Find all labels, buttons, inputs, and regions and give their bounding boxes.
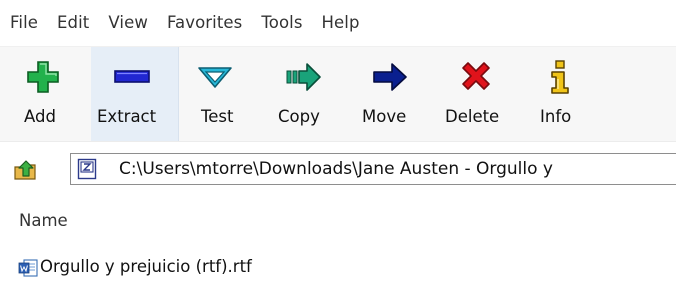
move-button[interactable]: Move (355, 47, 433, 141)
document-icon (18, 259, 38, 277)
add-label: Add (24, 107, 56, 126)
menu-edit[interactable]: Edit (56, 11, 90, 34)
info-icon (551, 60, 569, 94)
copy-label: Copy (278, 107, 320, 126)
test-icon (198, 67, 232, 88)
menu-view[interactable]: View (107, 11, 149, 34)
menu-bar: File Edit View Favorites Tools Help (0, 0, 676, 44)
move-label: Move (362, 107, 407, 126)
move-icon (373, 63, 407, 91)
archive-icon (77, 158, 97, 180)
menu-tools[interactable]: Tools (260, 11, 303, 34)
test-label: Test (201, 107, 234, 126)
address-path-text: C:\Users\mtorre\Downloads\Jane Austen - … (119, 159, 553, 179)
add-button[interactable]: Add (5, 47, 91, 141)
column-header-name[interactable]: Name (19, 211, 68, 230)
menu-help[interactable]: Help (321, 11, 361, 34)
address-path-field[interactable]: C:\Users\mtorre\Downloads\Jane Austen - … (70, 153, 676, 185)
address-bar: C:\Users\mtorre\Downloads\Jane Austen - … (0, 147, 676, 191)
folder-up-icon[interactable] (13, 157, 39, 183)
extract-icon (114, 70, 150, 83)
extract-label: Extract (97, 107, 157, 126)
delete-button[interactable]: Delete (440, 47, 520, 141)
add-icon (27, 61, 59, 93)
copy-icon (286, 63, 321, 91)
extract-button[interactable]: Extract (91, 47, 179, 141)
menu-favorites[interactable]: Favorites (166, 11, 243, 34)
menu-file[interactable]: File (9, 11, 39, 34)
toolbar: Add Extract Test Copy Move Delete Info (0, 46, 676, 142)
delete-label: Delete (445, 107, 500, 126)
list-item[interactable]: Orgullo y prejuicio (rtf).rtf (18, 255, 658, 279)
file-name: Orgullo y prejuicio (rtf).rtf (40, 257, 252, 276)
info-label: Info (540, 107, 572, 126)
delete-icon (462, 62, 490, 90)
info-button[interactable]: Info (525, 47, 595, 141)
copy-button[interactable]: Copy (265, 47, 347, 141)
test-button[interactable]: Test (180, 47, 260, 141)
